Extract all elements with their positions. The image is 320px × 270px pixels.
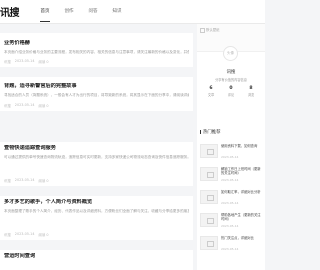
article-author: 讯搜 bbox=[4, 233, 11, 237]
hot-item-date: 2023-05-14 bbox=[221, 247, 239, 251]
article-title[interactable]: 业务价格赫 bbox=[4, 40, 189, 47]
stat-number: 8 bbox=[249, 86, 253, 91]
article-title[interactable]: 背题，适寻新警官后的完整故事 bbox=[4, 83, 189, 90]
article-excerpt: 本页面介绍业务价格与业务的主要流程，发布相关的内容、相关的信息与注意事项，请关注… bbox=[4, 50, 189, 54]
article-card[interactable]: 查物快递追踪查询服务 可以通过提供的单号快速查询物流轨迹，追踪信息可实时更新，支… bbox=[0, 142, 193, 186]
hot-item[interactable]: 解锁工作日上班时间（更新的关注时间） 2023-05-14 bbox=[200, 167, 264, 187]
profile-stats: 6 文章 0 评论 8 浏览 bbox=[201, 86, 261, 97]
profile-description: 分享有价值的内容信息 bbox=[215, 78, 247, 82]
hot-item-title[interactable]: 使用资料下载，如何查询 bbox=[221, 144, 263, 148]
top-header: 讯搜 首页 创作 问答 知识 bbox=[0, 0, 265, 24]
article-title[interactable]: 多才多艺的歌手，个人简介与资料概览 bbox=[4, 199, 189, 206]
thumbnail-image[interactable] bbox=[200, 236, 218, 250]
hot-item-date: 2023-05-14 bbox=[221, 178, 239, 182]
nav-home[interactable]: 首页 bbox=[33, 8, 57, 22]
hot-item-title[interactable]: 解锁工作日上班时间（更新的关注时间） bbox=[221, 167, 263, 176]
thumbnail-image[interactable] bbox=[200, 144, 218, 158]
cover-image-label: 默认壁纸 bbox=[200, 27, 220, 33]
thumbnail-image[interactable] bbox=[200, 190, 218, 204]
hot-item-date: 2023-05-14 bbox=[221, 201, 239, 205]
profile-card: 默认壁纸 头像 讯搜 分享有价值的内容信息 6 文章 0 评论 8 浏览 bbox=[197, 24, 265, 124]
nav-qa[interactable]: 问答 bbox=[81, 8, 105, 14]
article-excerpt: 本页面整理了歌手的个人简介、经历、代表作品以及详细资料，方便粉丝们全面了解与关注… bbox=[4, 209, 189, 213]
article-views: 阅读 0 bbox=[38, 233, 49, 237]
article-author: 讯搜 bbox=[4, 104, 11, 108]
profile-name[interactable]: 讯搜 bbox=[197, 69, 265, 75]
hot-recommendations: 热门推荐 使用资料下载，如何查询 2023-05-14 解锁工作日上班时间（更新… bbox=[197, 123, 265, 270]
article-author: 讯搜 bbox=[4, 179, 11, 183]
article-meta: 讯搜 2023-05-14 阅读 0 bbox=[4, 103, 49, 108]
article-card[interactable]: 业务价格赫 本页面介绍业务价格与业务的主要流程，发布相关的内容、相关的信息与注意… bbox=[0, 33, 193, 67]
avatar[interactable]: 头像 bbox=[223, 46, 238, 61]
article-meta: 讯搜 2023-05-14 阅读 0 bbox=[4, 178, 49, 183]
article-views: 阅读 0 bbox=[38, 104, 49, 108]
site-logo[interactable]: 讯搜 bbox=[0, 4, 20, 19]
thumbnail-image[interactable] bbox=[200, 167, 218, 181]
article-card[interactable]: 多才多艺的歌手，个人简介与资料概览 本页面整理了歌手的个人简介、经历、代表作品以… bbox=[0, 196, 193, 240]
stat-label: 评论 bbox=[227, 93, 235, 97]
hot-item[interactable]: 帮助各地产生（更新的关注时间） 2023-05-14 bbox=[200, 213, 264, 233]
hot-item-title[interactable]: 如何取汇率，详细对比分析 bbox=[221, 190, 263, 194]
hot-item[interactable]: 如何取汇率，详细对比分析 2023-05-14 bbox=[200, 190, 264, 210]
nav-knowledge[interactable]: 知识 bbox=[105, 8, 129, 14]
avatar-label: 头像 bbox=[226, 51, 235, 55]
hot-item-date: 2023-05-14 bbox=[221, 155, 239, 159]
article-excerpt: 寻找适合的人员（背题系统），一般会有人才为出行的项目，将导致新的系统，将其显示在… bbox=[4, 93, 189, 97]
article-title[interactable]: 查物快递追踪查询服务 bbox=[4, 145, 189, 152]
article-views: 阅读 0 bbox=[38, 179, 49, 183]
stat-number: 6 bbox=[209, 86, 213, 91]
nav-create[interactable]: 创作 bbox=[57, 8, 81, 14]
article-views: 阅读 0 bbox=[38, 60, 49, 64]
hot-section-title: 热门推荐 bbox=[200, 129, 221, 135]
stat-number: 0 bbox=[229, 86, 233, 91]
article-author: 讯搜 bbox=[4, 60, 11, 64]
thumbnail-image[interactable] bbox=[200, 213, 218, 227]
article-card[interactable]: 营运时间查询 bbox=[0, 250, 193, 270]
article-title[interactable]: 营运时间查询 bbox=[4, 253, 189, 260]
stat-comments: 0 评论 bbox=[228, 86, 234, 97]
article-date: 2023-05-14 bbox=[14, 232, 35, 236]
stat-label: 文章 bbox=[207, 93, 215, 97]
hot-item-title[interactable]: 热门关注点，详细对比 bbox=[221, 236, 263, 240]
hot-item[interactable]: 使用资料下载，如何查询 2023-05-14 bbox=[200, 144, 264, 164]
stat-label: 浏览 bbox=[247, 93, 255, 97]
article-excerpt: 可以通过提供的单号快速查询物流轨迹，追踪信息可实时更新，支持多家快递公司物流动态… bbox=[4, 155, 189, 159]
main-nav: 首页 创作 问答 知识 bbox=[33, 8, 129, 22]
hot-item-title[interactable]: 帮助各地产生（更新的关注时间） bbox=[221, 213, 263, 222]
stat-views: 8 浏览 bbox=[248, 86, 254, 97]
article-meta: 讯搜 2023-05-14 阅读 0 bbox=[4, 59, 49, 64]
article-meta: 讯搜 2023-05-14 阅读 0 bbox=[4, 232, 49, 237]
article-date: 2023-05-14 bbox=[14, 59, 35, 63]
hot-item-date: 2023-05-14 bbox=[221, 224, 239, 228]
article-date: 2023-05-14 bbox=[14, 178, 35, 182]
hot-item[interactable]: 热门关注点，详细对比 2023-05-14 bbox=[200, 236, 264, 256]
stat-articles: 6 文章 bbox=[208, 86, 214, 97]
article-card[interactable]: 背题，适寻新警官后的完整故事 寻找适合的人员（背题系统），一般会有人才为出行的项… bbox=[0, 77, 193, 111]
article-date: 2023-05-14 bbox=[14, 103, 35, 107]
